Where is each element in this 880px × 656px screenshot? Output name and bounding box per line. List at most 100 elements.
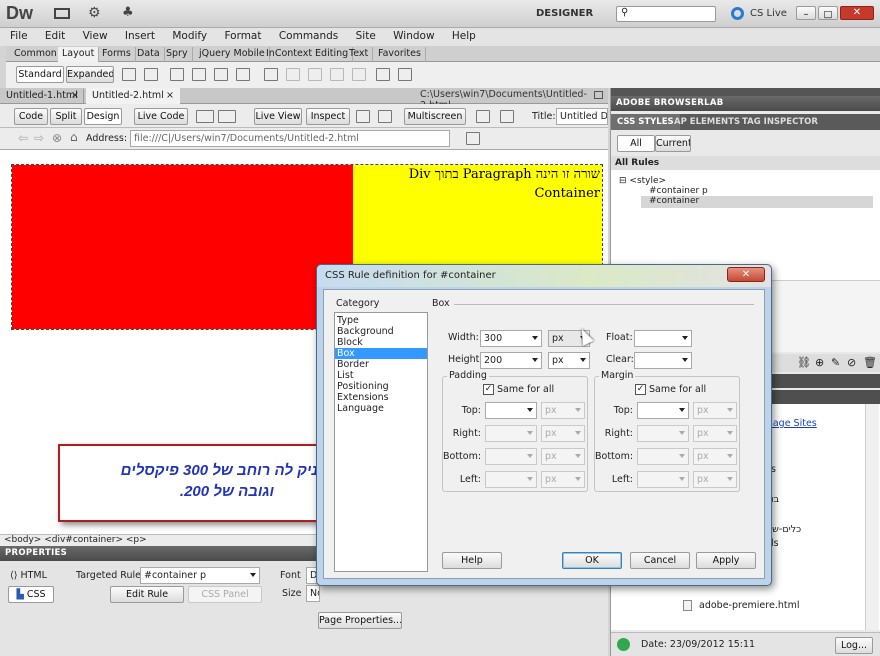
design-view-button[interactable]: Design [84,108,122,125]
edit-rule-icon[interactable]: ✎ [831,356,840,369]
spry-menu-icon[interactable] [192,68,206,81]
new-rule-icon[interactable]: ⊕ [815,356,824,369]
tab-tag-inspector[interactable]: TAG INSPECTOR [737,114,823,130]
current-button[interactable]: Current [655,135,691,152]
tag-path[interactable]: <body> <div#container> <p> [4,535,147,545]
file-item[interactable]: ls [771,538,779,549]
padding-right-select[interactable] [485,425,537,442]
live-code-button[interactable]: Live Code [134,108,188,125]
rule-container-p[interactable]: #container p [649,186,708,196]
padding-bottom-select[interactable] [485,448,537,465]
targeted-rule-select[interactable]: #container p [140,567,260,584]
delete-rule-icon[interactable]: 🗑 [863,356,877,369]
tab-forms[interactable]: Forms [98,47,136,62]
rule-style[interactable]: ⊟ <style> [619,176,666,186]
menu-insert[interactable]: Insert [125,30,155,42]
ap-div-icon[interactable] [144,68,158,81]
margin-same-checkbox[interactable]: ✓ [635,384,646,395]
clear-select[interactable] [634,352,692,369]
width-select[interactable]: 300 [480,330,542,347]
tab-favorites[interactable]: Favorites [374,47,426,62]
iframe-icon[interactable] [376,68,390,81]
spry-accordion-icon[interactable] [236,68,250,81]
margin-bottom-select[interactable] [637,448,689,465]
css-mode-button[interactable]: ▙ CSS [8,586,54,603]
margin-bottom-unit[interactable]: px [693,448,737,465]
row-above-icon[interactable] [286,68,300,81]
address-input[interactable]: file:///C|/Users/win7/Documents/Untitled… [130,130,450,147]
div-icon[interactable] [122,68,136,81]
apply-button[interactable]: Apply [696,552,756,569]
gear-icon[interactable]: ⚙ [88,5,101,21]
page-properties-button[interactable]: Page Properties... [318,612,402,629]
spry-tabbed-icon[interactable] [214,68,228,81]
document-title-input[interactable]: Untitled Docu [556,108,608,125]
menu-modify[interactable]: Modify [172,30,207,42]
cancel-button[interactable]: Cancel [630,552,690,569]
rule-container[interactable]: #container [641,196,873,208]
panel-collapse-strip[interactable] [611,88,880,96]
height-select[interactable]: 200 [480,352,542,369]
category-language[interactable]: Language [335,403,427,414]
html-mode-button[interactable]: ⟨⟩ HTML [10,568,50,584]
file-item[interactable]: בו [771,494,779,505]
padding-top-select[interactable] [485,402,537,419]
close-tab-icon[interactable]: × [71,89,79,103]
tab-text[interactable]: Text [345,47,374,62]
disable-rule-icon[interactable]: ⊘ [847,356,856,369]
browser-nav-options-icon[interactable] [466,132,480,145]
tab-data[interactable]: Data [133,47,165,62]
tab-layout[interactable]: Layout [58,47,100,62]
search-input[interactable]: ⚲ [616,6,716,22]
col-right-icon[interactable] [352,68,366,81]
help-button[interactable]: Help [442,552,502,569]
frames-icon[interactable] [398,68,412,81]
browserlab-header[interactable]: ADOBE BROWSERLAB [611,96,880,111]
category-list-item[interactable]: List [335,370,427,381]
visual-aids-icon[interactable] [378,110,392,123]
menu-commands[interactable]: Commands [279,30,338,42]
paragraph-text[interactable]: שורה זו הינה Paragraph בתוך Div Containe… [360,165,600,203]
category-box[interactable]: Box [335,348,427,359]
refresh-icon[interactable] [356,110,370,123]
close-tab-icon[interactable]: × [166,88,174,103]
ok-button[interactable]: OK [562,552,622,569]
margin-left-select[interactable] [637,471,689,488]
browser-preview-icon[interactable] [218,110,236,123]
multiscreen-button[interactable]: Multiscreen [404,108,466,125]
tab-ap-elements[interactable]: AP ELEMENTS [669,114,745,130]
doc-tab-untitled-2[interactable]: Untitled-2.html × [86,88,180,104]
live-view-button[interactable]: Live View [254,108,302,125]
height-unit-select[interactable]: px [548,352,590,369]
home-icon[interactable]: ⌂ [70,130,78,144]
tab-jquery-mobile[interactable]: jQuery Mobile [195,47,270,62]
col-left-icon[interactable] [330,68,344,81]
menu-help[interactable]: Help [452,30,476,42]
files-scrollbar[interactable] [865,404,879,630]
category-border[interactable]: Border [335,359,427,370]
category-positioning[interactable]: Positioning [335,381,427,392]
float-select[interactable] [634,330,692,347]
row-below-icon[interactable] [308,68,322,81]
table-icon[interactable] [264,68,278,81]
menu-window[interactable]: Window [393,30,434,42]
menu-view[interactable]: View [83,30,108,42]
expanded-button[interactable]: Expanded [66,66,114,83]
layout-icon[interactable] [54,8,70,19]
file-item-adobe-premiere[interactable]: adobe-premiere.html [699,600,799,611]
padding-bottom-unit[interactable]: px [541,448,585,465]
live-view-options-icon[interactable] [196,110,214,123]
dialog-close-button[interactable]: ✕ [727,267,765,282]
menu-format[interactable]: Format [224,30,261,42]
padding-left-select[interactable] [485,471,537,488]
margin-right-unit[interactable]: px [693,425,737,442]
standard-button[interactable]: Standard [16,66,64,83]
tab-spry[interactable]: Spry [162,47,193,62]
log-button[interactable]: Log... [835,637,873,654]
close-button[interactable]: ✕ [840,6,874,20]
file-management-icon[interactable] [500,110,514,123]
css-panel-button[interactable]: CSS Panel [188,586,262,603]
tab-common[interactable]: Common [10,47,62,62]
inspect-button[interactable]: Inspect [306,108,350,125]
margin-top-unit[interactable]: px [693,402,737,419]
